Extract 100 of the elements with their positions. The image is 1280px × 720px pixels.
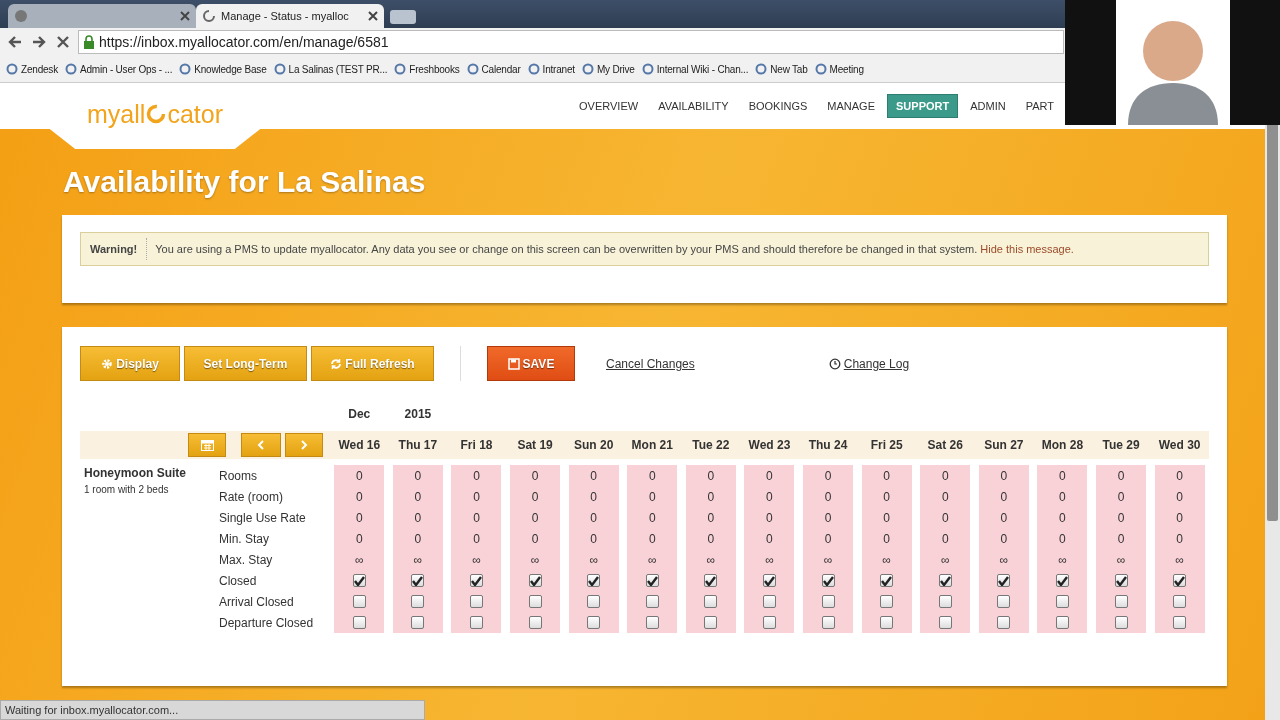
checkbox[interactable] xyxy=(704,595,718,608)
cell-value[interactable]: 0 xyxy=(707,510,715,525)
checkbox[interactable] xyxy=(997,595,1011,608)
cell-value[interactable]: 0 xyxy=(414,489,422,504)
checkbox[interactable] xyxy=(938,616,952,629)
cell-value[interactable]: 0 xyxy=(766,468,773,483)
checkbox[interactable] xyxy=(704,616,718,629)
checkbox[interactable] xyxy=(470,574,483,587)
checkbox[interactable] xyxy=(470,595,483,608)
bookmark[interactable]: Admin - User Ops - ... xyxy=(64,63,173,75)
checkbox[interactable] xyxy=(938,574,952,587)
checkbox[interactable] xyxy=(704,574,718,587)
cell-value[interactable]: 0 xyxy=(883,510,890,525)
cell-value[interactable]: 0 xyxy=(1176,489,1183,504)
cell-value[interactable]: 0 xyxy=(531,510,539,525)
checkbox[interactable] xyxy=(880,595,894,608)
cell-value[interactable]: 0 xyxy=(824,510,832,525)
cell-value[interactable]: 0 xyxy=(355,489,363,504)
cell-value[interactable]: 0 xyxy=(707,489,715,504)
cell-value[interactable]: 0 xyxy=(883,531,890,546)
cell-value[interactable]: 0 xyxy=(531,531,539,546)
cell-value[interactable]: 0 xyxy=(1000,510,1008,525)
checkbox[interactable] xyxy=(411,595,425,608)
checkbox[interactable] xyxy=(645,595,659,608)
nav-link[interactable]: BOOKINGS xyxy=(740,95,816,117)
cell-value[interactable]: 0 xyxy=(355,510,363,525)
cell-value[interactable]: 0 xyxy=(1176,510,1183,525)
bookmark[interactable]: Knowledge Base xyxy=(179,63,267,75)
cell-value[interactable]: 0 xyxy=(590,468,597,483)
checkbox[interactable] xyxy=(1055,574,1069,587)
checkbox[interactable] xyxy=(938,595,952,608)
cell-value[interactable]: 0 xyxy=(1176,531,1183,546)
bookmark[interactable]: Meeting xyxy=(814,63,864,75)
cell-value[interactable]: 0 xyxy=(590,531,597,546)
cell-value[interactable]: 0 xyxy=(766,531,773,546)
cell-value[interactable]: 0 xyxy=(473,468,480,483)
checkbox[interactable] xyxy=(1114,595,1128,608)
checkbox[interactable] xyxy=(1055,595,1069,608)
cell-value[interactable]: ∞ xyxy=(1175,552,1184,567)
cell-value[interactable]: 0 xyxy=(473,510,480,525)
cell-value[interactable]: 0 xyxy=(355,531,363,546)
checkbox[interactable] xyxy=(880,616,894,629)
checkbox[interactable] xyxy=(1114,574,1128,587)
cell-value[interactable]: 0 xyxy=(824,531,832,546)
close-icon[interactable] xyxy=(368,11,378,21)
bookmark[interactable]: Calendar xyxy=(466,63,521,75)
cell-value[interactable]: 0 xyxy=(531,468,539,483)
cell-value[interactable]: 0 xyxy=(941,531,949,546)
checkbox[interactable] xyxy=(645,616,659,629)
nav-link[interactable]: MANAGE xyxy=(819,95,884,117)
checkbox[interactable] xyxy=(587,574,601,587)
cell-value[interactable]: 0 xyxy=(590,510,597,525)
checkbox[interactable] xyxy=(587,595,601,608)
cell-value[interactable]: 0 xyxy=(648,489,656,504)
cell-value[interactable]: ∞ xyxy=(589,552,598,567)
checkbox[interactable] xyxy=(997,616,1011,629)
cell-value[interactable]: ∞ xyxy=(999,552,1009,567)
checkbox[interactable] xyxy=(1114,616,1128,629)
cell-value[interactable]: ∞ xyxy=(940,552,950,567)
cell-value[interactable]: ∞ xyxy=(823,552,833,567)
checkbox[interactable] xyxy=(587,616,601,629)
nav-link[interactable]: OVERVIEW xyxy=(571,95,647,117)
cell-value[interactable]: ∞ xyxy=(706,552,716,567)
cell-value[interactable]: 0 xyxy=(414,531,422,546)
cell-value[interactable]: 0 xyxy=(414,468,422,483)
cell-value[interactable]: 0 xyxy=(883,489,890,504)
cell-value[interactable]: 0 xyxy=(355,468,363,483)
hide-message-link[interactable]: Hide this message. xyxy=(980,243,1074,255)
cell-value[interactable]: ∞ xyxy=(1116,552,1126,567)
nav-link[interactable]: PART xyxy=(1017,95,1062,117)
checkbox[interactable] xyxy=(1173,595,1187,608)
cell-value[interactable]: 0 xyxy=(414,510,422,525)
cell-value[interactable]: 0 xyxy=(707,531,715,546)
cell-value[interactable]: 0 xyxy=(707,468,715,483)
nav-link[interactable]: AVAILABILITY xyxy=(650,95,737,117)
save-button[interactable]: SAVE xyxy=(487,346,575,381)
cell-value[interactable]: ∞ xyxy=(648,552,657,567)
cell-value[interactable]: ∞ xyxy=(765,552,774,567)
bookmark[interactable]: Freshbooks xyxy=(394,63,460,75)
bookmark[interactable]: My Drive xyxy=(581,63,635,75)
cell-value[interactable]: ∞ xyxy=(530,552,540,567)
bookmark[interactable]: La Salinas (TEST PR... xyxy=(273,63,388,75)
checkbox[interactable] xyxy=(1055,616,1069,629)
toolbar-link[interactable]: Cancel Changes xyxy=(606,356,695,371)
cell-value[interactable]: 0 xyxy=(766,510,773,525)
cell-value[interactable]: 0 xyxy=(824,489,832,504)
cell-value[interactable]: ∞ xyxy=(355,552,364,567)
bookmark[interactable]: Intranet xyxy=(527,63,575,75)
cell-value[interactable]: 0 xyxy=(1059,468,1066,483)
cell-value[interactable]: 0 xyxy=(1117,531,1125,546)
browser-tab[interactable]: Manage - Status - myalloc xyxy=(196,4,384,28)
cell-value[interactable]: 0 xyxy=(1117,510,1125,525)
calendar-button[interactable] xyxy=(188,433,226,457)
cell-value[interactable]: 0 xyxy=(766,489,773,504)
cell-value[interactable]: 0 xyxy=(473,489,480,504)
cell-value[interactable]: 0 xyxy=(941,489,949,504)
checkbox[interactable] xyxy=(645,574,659,587)
cell-value[interactable]: 0 xyxy=(1176,468,1183,483)
scrollbar-thumb[interactable] xyxy=(1267,123,1278,521)
cell-value[interactable]: 0 xyxy=(883,468,890,483)
